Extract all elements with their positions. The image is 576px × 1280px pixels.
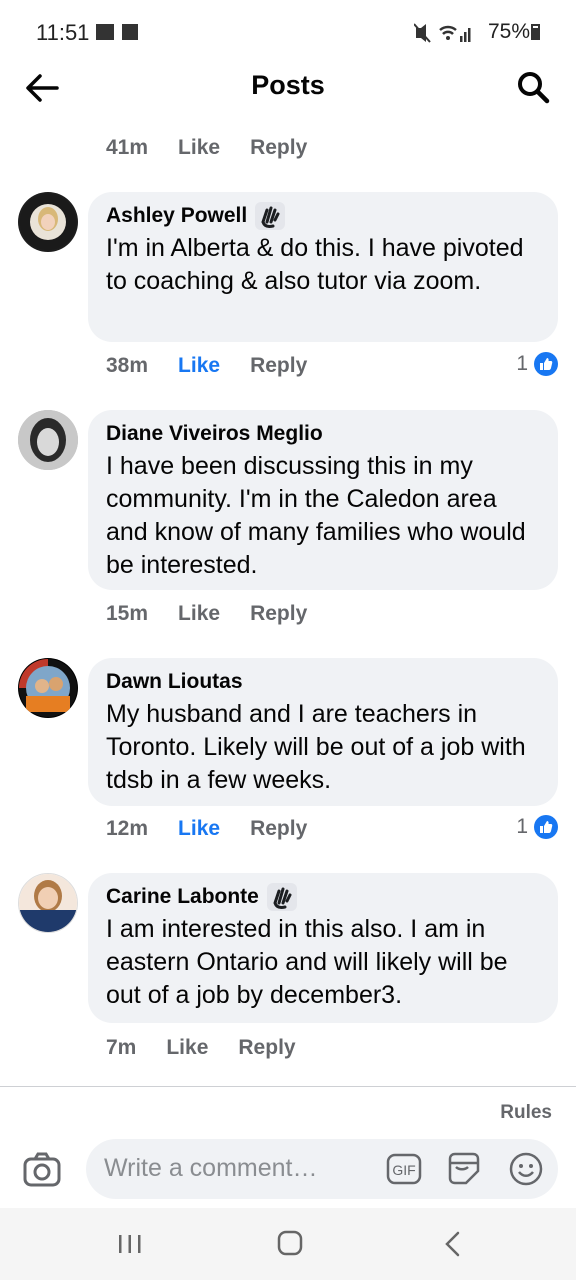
notification-icon — [96, 24, 114, 40]
reaction-number: 1 — [516, 815, 528, 838]
comment-time: 38m — [106, 354, 149, 377]
comment-meta: 7m Like Reply — [106, 1036, 326, 1060]
svg-text:GIF: GIF — [392, 1162, 415, 1178]
comment-text: I have been discussing this in my commun… — [106, 452, 526, 579]
comment-author[interactable]: Diane Viveiros Meglio — [106, 420, 323, 448]
signal-icons — [414, 23, 471, 43]
app-header: Posts — [0, 60, 576, 116]
reaction-count[interactable]: 1 — [516, 352, 558, 376]
emoji-icon[interactable] — [508, 1151, 544, 1187]
comment-author[interactable]: Carine Labonte — [106, 883, 259, 911]
page-title: Posts — [251, 70, 325, 100]
reaction-count[interactable]: 1 — [516, 815, 558, 839]
back-nav-icon[interactable] — [432, 1228, 472, 1260]
comment-input[interactable]: Write a comment… GIF — [86, 1139, 558, 1199]
folder-icon — [122, 24, 138, 40]
comment-author[interactable]: Dawn Lioutas — [106, 668, 243, 696]
like-link[interactable]: Like — [178, 354, 220, 378]
comment-placeholder: Write a comment… — [104, 1154, 318, 1182]
avatar[interactable] — [18, 873, 78, 933]
comment-text: I'm in Alberta & do this. I have pivoted… — [106, 234, 524, 295]
battery-icon — [531, 24, 540, 40]
status-time: 11:51 — [36, 20, 90, 45]
rules-link[interactable]: Rules — [500, 1102, 552, 1124]
comment-author[interactable]: Ashley Powell — [106, 202, 247, 230]
camera-icon[interactable] — [22, 1150, 62, 1190]
reply-link[interactable]: Reply — [250, 136, 307, 160]
like-link[interactable]: Like — [178, 602, 220, 626]
divider — [0, 1086, 576, 1087]
sticker-icon[interactable] — [446, 1151, 482, 1187]
comment-meta: 38m Like Reply — [106, 354, 337, 378]
comment-meta: 41m Like Reply — [106, 136, 337, 160]
comment-time: 7m — [106, 1036, 137, 1059]
like-link[interactable]: Like — [178, 817, 220, 841]
wave-badge-icon — [266, 883, 297, 911]
avatar[interactable] — [18, 192, 78, 252]
comment-bubble: Carine Labonte I am interested in this a… — [88, 873, 558, 1023]
reply-link[interactable]: Reply — [250, 354, 307, 378]
comment-bubble: Diane Viveiros Meglio I have been discus… — [88, 410, 558, 590]
recents-icon[interactable] — [110, 1228, 150, 1260]
like-reaction-icon — [534, 352, 558, 376]
comment-meta: 15m Like Reply — [106, 602, 337, 626]
comment-time: 15m — [106, 602, 149, 625]
comment-text: My husband and I are teachers in Toronto… — [106, 700, 526, 794]
search-icon[interactable] — [516, 70, 550, 104]
gif-icon[interactable]: GIF — [386, 1151, 422, 1187]
like-link[interactable]: Like — [178, 136, 220, 160]
reply-link[interactable]: Reply — [250, 817, 307, 841]
comment-time: 12m — [106, 817, 149, 840]
home-icon[interactable] — [270, 1228, 310, 1260]
reaction-number: 1 — [516, 352, 528, 375]
comment-bubble: Dawn Lioutas My husband and I are teache… — [88, 658, 558, 806]
status-bar: 11:51 75% — [0, 0, 576, 64]
comment-time: 41m — [106, 136, 149, 159]
avatar[interactable] — [18, 410, 78, 470]
system-nav-bar — [0, 1208, 576, 1280]
reply-link[interactable]: Reply — [250, 602, 307, 626]
avatar[interactable] — [18, 658, 78, 718]
comment-meta: 12m Like Reply — [106, 817, 337, 841]
like-link[interactable]: Like — [166, 1036, 208, 1060]
wave-badge-icon — [255, 202, 286, 230]
comment-bubble: Ashley Powell I'm in Alberta & do this. … — [88, 192, 558, 342]
reply-link[interactable]: Reply — [238, 1036, 295, 1060]
like-reaction-icon — [534, 815, 558, 839]
battery-level: 75% — [487, 20, 530, 43]
comment-text: I am interested in this also. I am in ea… — [106, 915, 508, 1009]
